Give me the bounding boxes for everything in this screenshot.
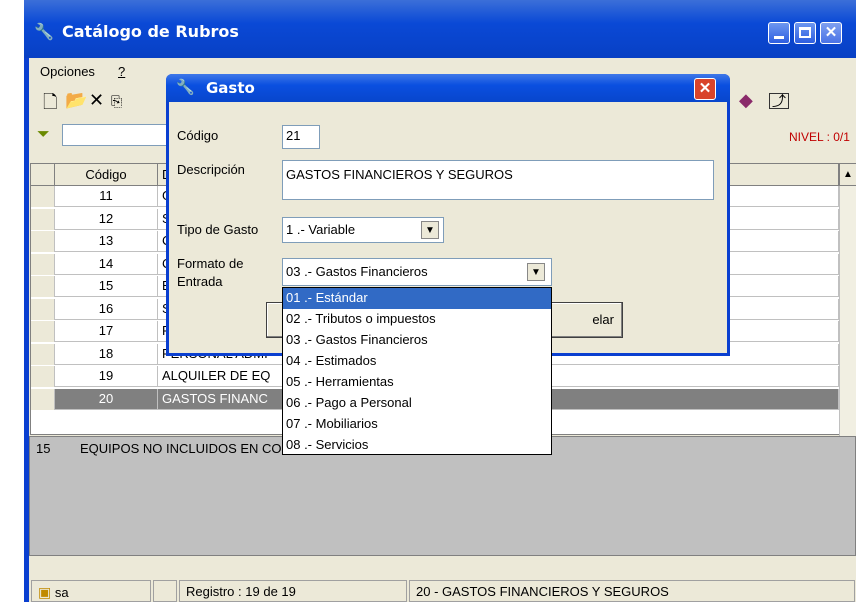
cell-codigo[interactable]: 19 xyxy=(55,366,158,387)
dropdown-option[interactable]: 06 .- Pago a Personal xyxy=(283,393,551,414)
formato-label-2: Entrada xyxy=(177,274,223,289)
dialog-close-button[interactable]: ✕ xyxy=(694,78,716,100)
close-icon: ✕ xyxy=(824,24,838,41)
row-selector[interactable] xyxy=(31,298,55,320)
minimize-icon xyxy=(774,36,784,39)
status-registro: Registro : 19 de 19 xyxy=(179,580,407,602)
cell-codigo[interactable]: 12 xyxy=(55,208,158,230)
status-user: ▣ sa xyxy=(31,580,151,602)
cell-codigo[interactable]: 14 xyxy=(55,253,158,275)
cell-codigo[interactable]: 20 xyxy=(55,388,158,410)
formato-entrada-value: 03 .- Gastos Financieros xyxy=(286,264,428,279)
grid-scrollbar[interactable] xyxy=(839,186,856,436)
status-blank xyxy=(153,580,177,602)
user-icon: ▣ xyxy=(38,584,52,600)
cancel-button[interactable]: elar xyxy=(541,302,623,338)
registro-value: 19 de 19 xyxy=(245,584,296,599)
cell-codigo[interactable]: 17 xyxy=(55,321,158,342)
row-selector[interactable] xyxy=(31,253,55,275)
dropdown-option[interactable]: 03 .- Gastos Financieros xyxy=(283,330,551,351)
delete-icon[interactable]: ✕ xyxy=(89,90,104,111)
row-selector[interactable] xyxy=(31,276,55,297)
dialog-title-bar: 🔧 Gasto ✕ xyxy=(166,74,730,102)
menu-help[interactable]: ? xyxy=(118,64,125,79)
filter-icon[interactable]: ⏷ xyxy=(37,126,50,144)
menu-opciones[interactable]: Opciones xyxy=(40,64,95,79)
row-selector[interactable] xyxy=(31,343,55,365)
row-selector[interactable] xyxy=(31,208,55,230)
minimize-button[interactable] xyxy=(768,22,790,44)
cell-codigo[interactable]: 11 xyxy=(55,186,158,207)
maximize-icon xyxy=(799,27,811,38)
scroll-up-icon[interactable]: ▲ xyxy=(839,164,856,185)
open-folder-icon[interactable]: 📂 xyxy=(65,90,87,111)
dialog-app-icon: 🔧 xyxy=(176,79,195,96)
chevron-down-icon[interactable]: ▼ xyxy=(421,221,439,239)
close-icon: ✕ xyxy=(698,80,712,97)
tipo-gasto-value: 1 .- Variable xyxy=(286,222,356,237)
dropdown-option[interactable]: 01 .- Estándar xyxy=(283,288,551,309)
tipo-gasto-select[interactable]: 1 .- Variable ▼ xyxy=(282,217,444,243)
header-codigo[interactable]: Código xyxy=(55,164,158,185)
formato-dropdown-list: 01 .- Estándar 02 .- Tributos o impuestos… xyxy=(282,287,552,455)
chevron-down-icon[interactable]: ▼ xyxy=(527,263,545,281)
cell-codigo[interactable]: 15 xyxy=(55,276,158,297)
formato-entrada-select[interactable]: 03 .- Gastos Financieros ▼ xyxy=(282,258,552,286)
dropdown-option[interactable]: 02 .- Tributos o impuestos xyxy=(283,309,551,330)
row-selector[interactable] xyxy=(31,186,55,207)
maximize-button[interactable] xyxy=(794,22,816,44)
dropdown-option[interactable]: 05 .- Herramientas xyxy=(283,372,551,393)
background-desktop xyxy=(0,0,24,602)
close-button[interactable]: ✕ xyxy=(820,22,842,44)
row-selector[interactable] xyxy=(31,388,55,410)
descripcion-label: Descripción xyxy=(177,162,245,177)
export-icon[interactable]: ⤴ xyxy=(769,93,789,109)
dropdown-option[interactable]: 07 .- Mobiliarios xyxy=(283,414,551,435)
copy-icon[interactable]: ⎘ xyxy=(111,93,122,110)
book-icon[interactable]: ◆ xyxy=(739,90,753,111)
status-bar: ▣ sa Registro : 19 de 19 20 - GASTOS FIN… xyxy=(29,578,856,602)
status-current: 20 - GASTOS FINANCIEROS Y SEGUROS xyxy=(409,580,855,602)
cell-codigo[interactable]: 18 xyxy=(55,343,158,365)
row-selector[interactable] xyxy=(31,366,55,387)
codigo-label: Código xyxy=(177,128,219,143)
tipo-gasto-label: Tipo de Gasto xyxy=(177,222,259,237)
row-selector[interactable] xyxy=(31,321,55,342)
formato-label-1: Formato de xyxy=(177,256,244,271)
descripcion-field[interactable]: GASTOS FINANCIEROS Y SEGUROS xyxy=(282,160,714,200)
dropdown-option[interactable]: 04 .- Estimados xyxy=(283,351,551,372)
detail-codigo: 15 xyxy=(36,441,51,456)
dialog-title: Gasto xyxy=(206,79,255,97)
main-window-title: Catálogo de Rubros xyxy=(62,22,239,41)
registro-label: Registro : xyxy=(186,584,242,599)
app-icon: 🔧 xyxy=(34,24,54,41)
status-user-name: sa xyxy=(54,585,69,600)
filter-input[interactable] xyxy=(62,124,172,146)
main-title-bar: 🔧 Catálogo de Rubros ✕ xyxy=(24,0,856,58)
dropdown-option[interactable]: 08 .- Servicios xyxy=(283,435,551,456)
grid-corner xyxy=(31,164,55,185)
new-doc-icon[interactable]: 🗋 xyxy=(43,90,57,120)
cell-codigo[interactable]: 13 xyxy=(55,231,158,252)
nivel-label: NIVEL : 0/1 xyxy=(789,130,850,144)
row-selector[interactable] xyxy=(31,231,55,252)
cell-codigo[interactable]: 16 xyxy=(55,298,158,320)
codigo-field[interactable]: 21 xyxy=(282,125,320,149)
